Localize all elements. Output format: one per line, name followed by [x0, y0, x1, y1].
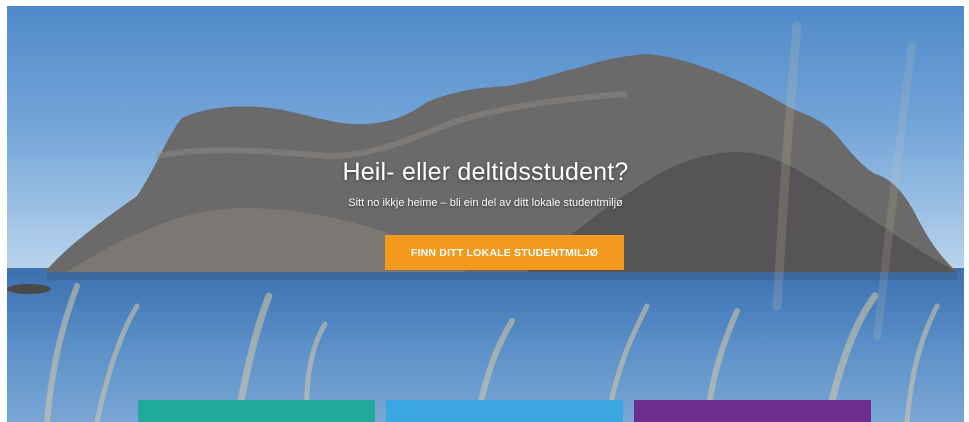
feature-tile-1[interactable] — [138, 400, 375, 422]
feature-tile-2[interactable] — [386, 400, 623, 422]
hero-section: Heil- eller deltidsstudent? Sitt no ikkj… — [7, 6, 964, 422]
hero-content: Heil- eller deltidsstudent? Sitt no ikkj… — [7, 6, 964, 422]
page-frame: Heil- eller deltidsstudent? Sitt no ikkj… — [7, 6, 964, 422]
find-student-community-button[interactable]: FINN DITT LOKALE STUDENTMILJØ — [385, 235, 624, 270]
feature-tile-3[interactable] — [634, 400, 871, 422]
hero-title: Heil- eller deltidsstudent? — [342, 158, 629, 186]
hero-subtitle: Sitt no ikkje heime – bli ein del av dit… — [348, 197, 623, 209]
